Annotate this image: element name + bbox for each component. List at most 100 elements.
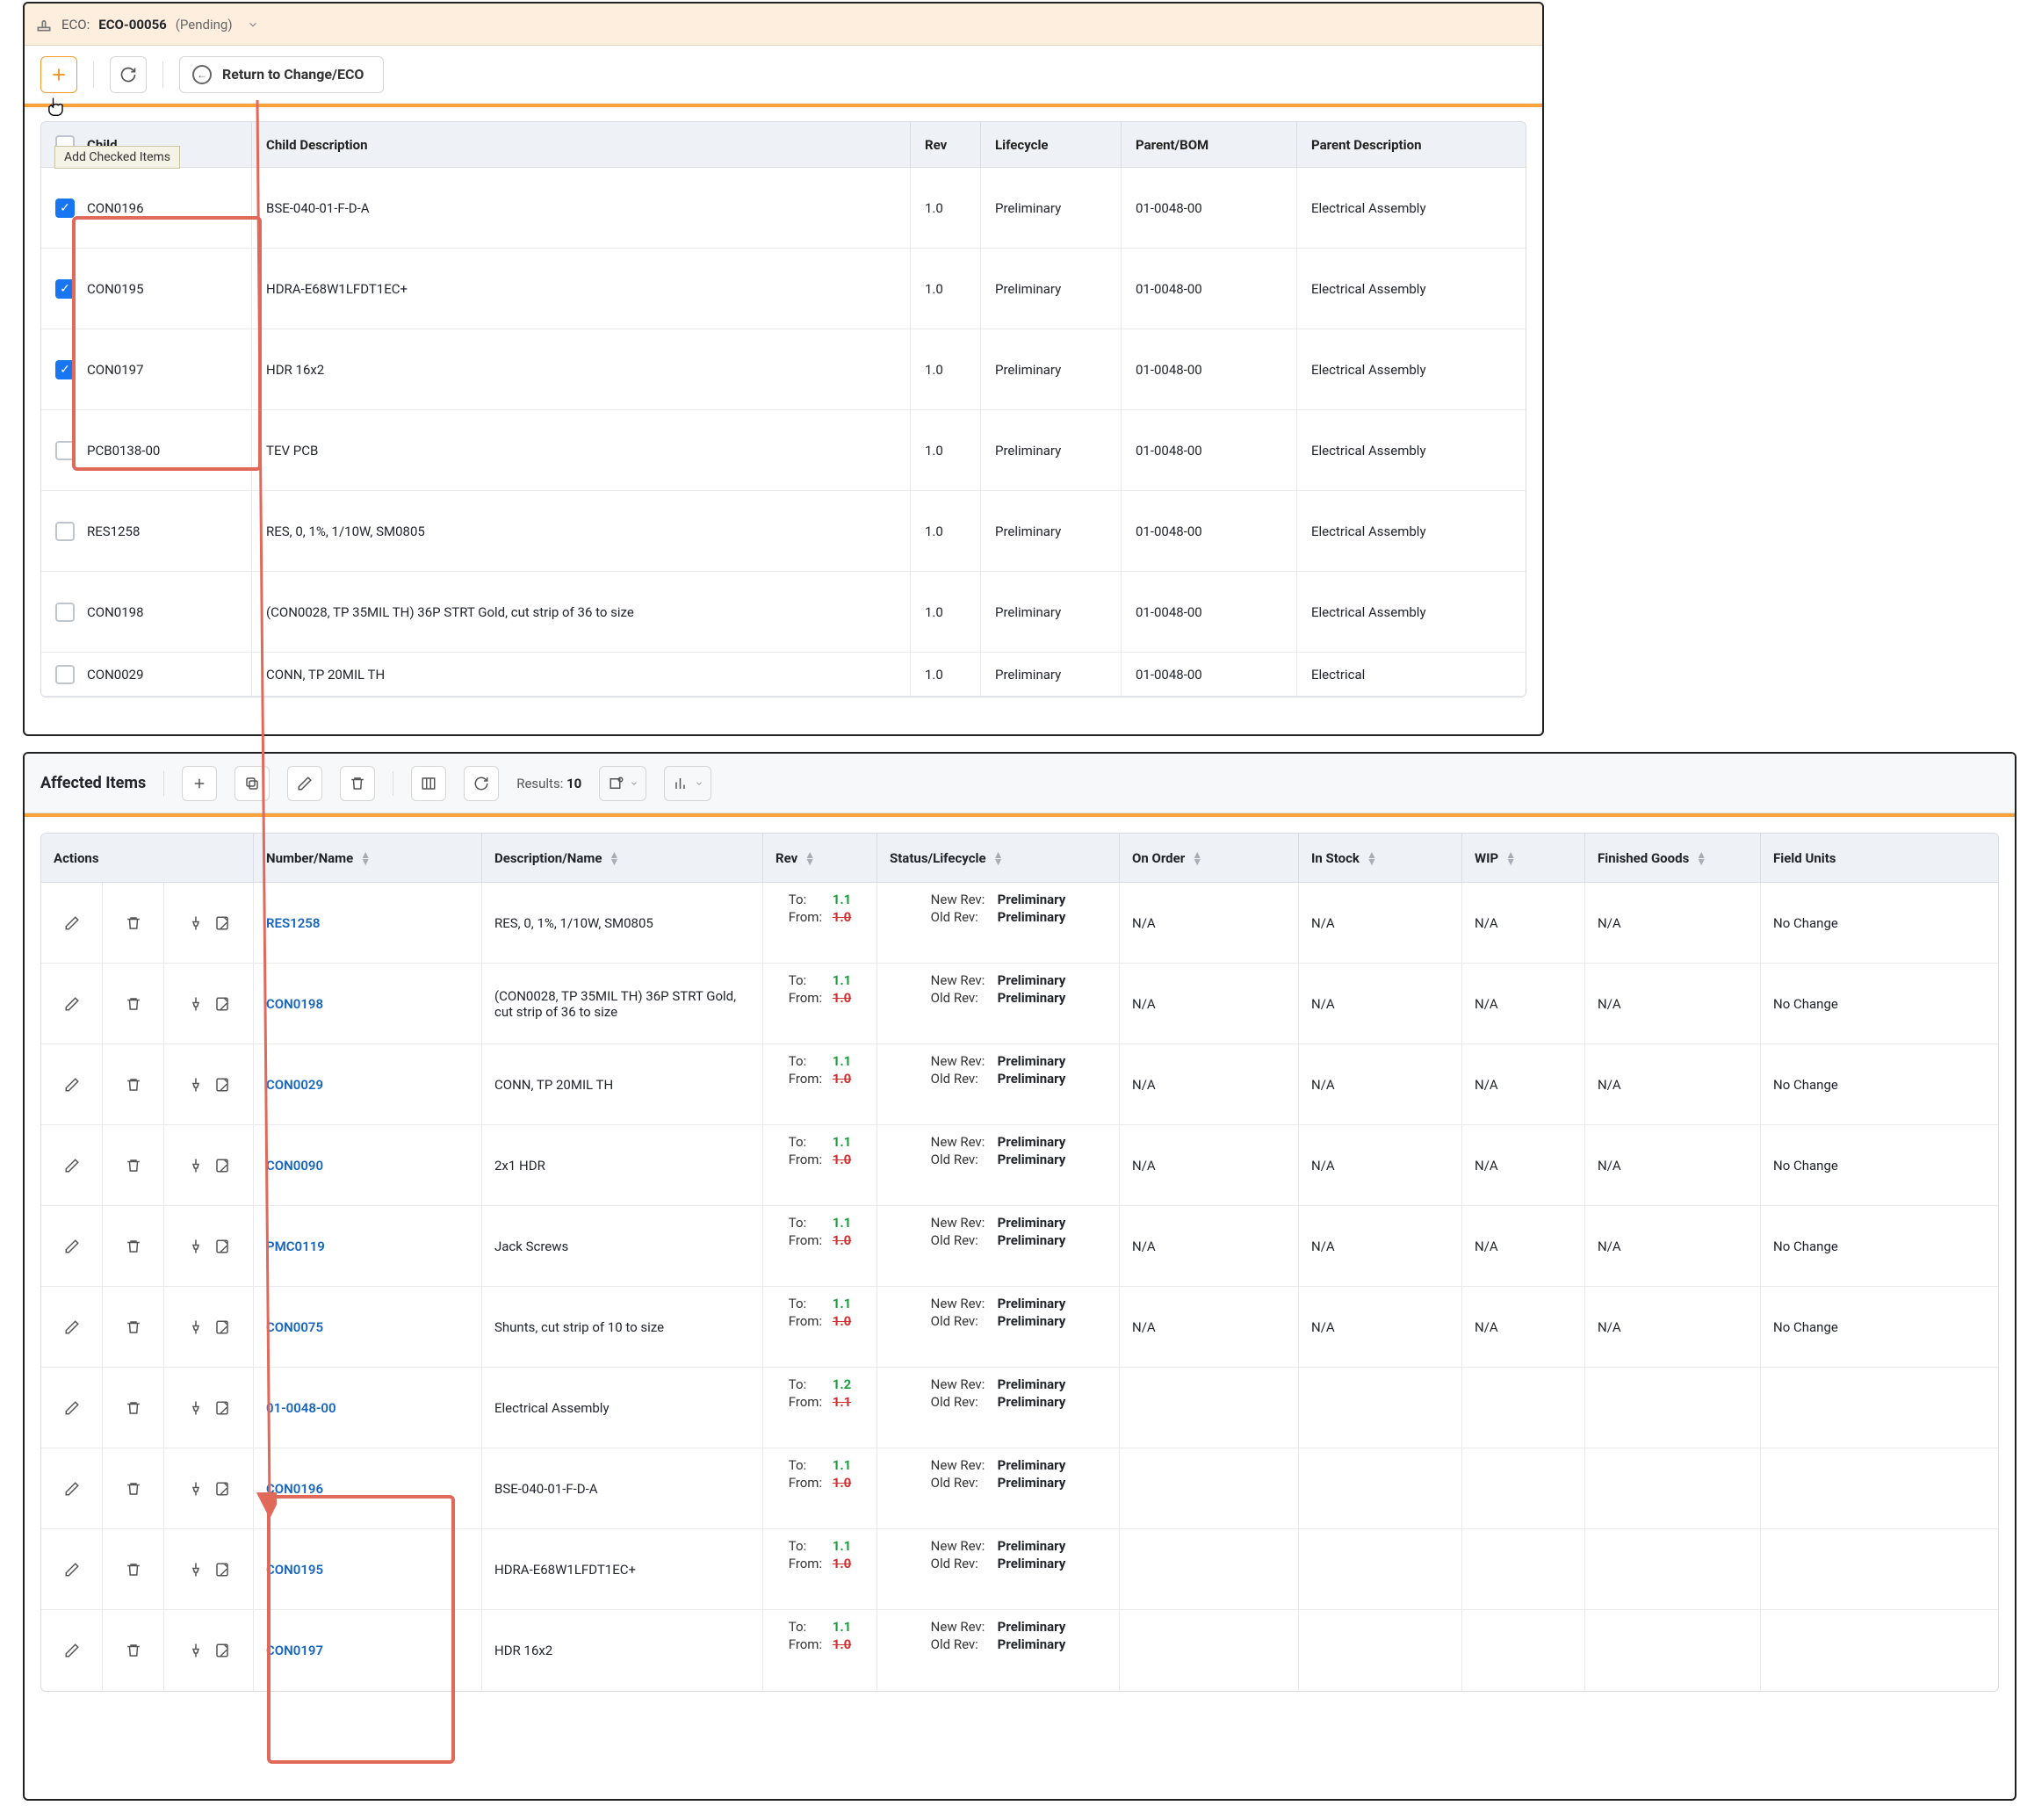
col-rev[interactable]: Rev▲▼ (763, 834, 877, 882)
delete-action[interactable] (103, 1125, 164, 1205)
table-row[interactable]: PCB0138-00 TEV PCB 1.0 Preliminary 01-00… (41, 410, 1526, 491)
item-link[interactable]: CON0195 (266, 1562, 323, 1578)
delete-action[interactable] (103, 1610, 164, 1691)
edit-action[interactable] (41, 1610, 103, 1691)
delete-action[interactable] (103, 1368, 164, 1448)
table-row[interactable]: ✓ CON0195 HDRA-E68W1LFDT1EC+ 1.0 Prelimi… (41, 249, 1526, 329)
row-checkbox[interactable] (55, 441, 75, 460)
table-row[interactable]: RES1258 RES, 0, 1%, 1/10W, SM0805 To:1.1… (41, 883, 1998, 964)
copy-button[interactable] (234, 766, 270, 801)
pin-action[interactable] (188, 915, 204, 931)
item-link[interactable]: CON0029 (266, 1077, 323, 1093)
col-field[interactable]: Field Units (1761, 834, 1910, 882)
table-row[interactable]: PMC0119 Jack Screws To:1.1 From:1.0 New … (41, 1206, 1998, 1287)
row-checkbox[interactable] (55, 603, 75, 622)
edit-action[interactable] (41, 883, 103, 963)
filter-dropdown[interactable] (599, 766, 646, 801)
row-checkbox[interactable] (55, 665, 75, 684)
edit-action[interactable] (41, 1529, 103, 1609)
field-value: No Change (1761, 964, 1910, 1044)
add-button[interactable] (182, 766, 217, 801)
note-action[interactable] (214, 1077, 230, 1093)
table-row[interactable]: ✓ CON0196 BSE-040-01-F-D-A 1.0 Prelimina… (41, 168, 1526, 249)
table-row[interactable]: CON0075 Shunts, cut strip of 10 to size … (41, 1287, 1998, 1368)
chart-dropdown[interactable] (664, 766, 711, 801)
delete-action[interactable] (103, 1529, 164, 1609)
item-link[interactable]: PMC0119 (266, 1239, 325, 1254)
columns-button[interactable] (411, 766, 446, 801)
add-checked-button[interactable] (40, 56, 77, 93)
row-checkbox[interactable]: ✓ (55, 199, 75, 218)
table-row[interactable]: CON0198 (CON0028, TP 35MIL TH) 36P STRT … (41, 964, 1998, 1044)
table-row[interactable]: CON0196 BSE-040-01-F-D-A To:1.1 From:1.0… (41, 1448, 1998, 1529)
return-button[interactable]: ← Return to Change/ECO (179, 56, 384, 93)
pin-action[interactable] (188, 1077, 204, 1093)
sort-icon: ▲▼ (1696, 851, 1706, 865)
delete-action[interactable] (103, 1287, 164, 1367)
pin-action[interactable] (188, 1643, 204, 1658)
col-wip[interactable]: WIP▲▼ (1462, 834, 1585, 882)
col-onorder[interactable]: On Order▲▼ (1120, 834, 1299, 882)
note-action[interactable] (214, 1400, 230, 1416)
refresh-button[interactable] (110, 56, 147, 93)
note-action[interactable] (214, 1239, 230, 1254)
lifecycle-value: Preliminary (981, 329, 1122, 409)
edit-action[interactable] (41, 1368, 103, 1448)
chevron-down-icon[interactable] (247, 18, 259, 31)
pin-action[interactable] (188, 1400, 204, 1416)
table-row[interactable]: CON0029 CONN, TP 20MIL TH To:1.1 From:1.… (41, 1044, 1998, 1125)
row-checkbox[interactable]: ✓ (55, 279, 75, 299)
col-instock[interactable]: In Stock▲▼ (1299, 834, 1462, 882)
col-number[interactable]: Number/Name▲▼ (254, 834, 482, 882)
delete-action[interactable] (103, 964, 164, 1044)
row-checkbox[interactable]: ✓ (55, 360, 75, 379)
delete-action[interactable] (103, 1044, 164, 1124)
pin-action[interactable] (188, 1481, 204, 1497)
row-checkbox[interactable] (55, 522, 75, 541)
table-row[interactable]: ✓ CON0197 HDR 16x2 1.0 Preliminary 01-00… (41, 329, 1526, 410)
edit-action[interactable] (41, 1448, 103, 1528)
toolbar-divider (162, 61, 163, 88)
col-desc[interactable]: Description/Name▲▼ (482, 834, 763, 882)
item-link[interactable]: CON0198 (266, 996, 323, 1012)
col-finished[interactable]: Finished Goods▲▼ (1585, 834, 1761, 882)
parent-desc: Electrical Assembly (1297, 572, 1526, 652)
delete-action[interactable] (103, 883, 164, 963)
col-status[interactable]: Status/Lifecycle▲▼ (877, 834, 1120, 882)
edit-action[interactable] (41, 1044, 103, 1124)
note-action[interactable] (214, 1643, 230, 1658)
note-action[interactable] (214, 996, 230, 1012)
item-link[interactable]: CON0196 (266, 1481, 323, 1497)
pin-action[interactable] (188, 1562, 204, 1578)
note-action[interactable] (214, 1158, 230, 1174)
item-link[interactable]: RES1258 (266, 915, 320, 931)
delete-button[interactable] (340, 766, 375, 801)
item-link[interactable]: CON0075 (266, 1319, 323, 1335)
note-action[interactable] (214, 1562, 230, 1578)
refresh-button[interactable] (464, 766, 499, 801)
edit-action[interactable] (41, 1125, 103, 1205)
item-link[interactable]: CON0197 (266, 1643, 323, 1658)
table-row[interactable]: RES1258 RES, 0, 1%, 1/10W, SM0805 1.0 Pr… (41, 491, 1526, 572)
edit-action[interactable] (41, 1287, 103, 1367)
table-row[interactable]: CON0029 CONN, TP 20MIL TH 1.0 Preliminar… (41, 653, 1526, 697)
delete-action[interactable] (103, 1448, 164, 1528)
table-row[interactable]: CON0195 HDRA-E68W1LFDT1EC+ To:1.1 From:1… (41, 1529, 1998, 1610)
pin-action[interactable] (188, 1158, 204, 1174)
edit-action[interactable] (41, 1206, 103, 1286)
pin-action[interactable] (188, 1239, 204, 1254)
item-link[interactable]: CON0090 (266, 1158, 323, 1174)
table-row[interactable]: CON0197 HDR 16x2 To:1.1 From:1.0 New Rev… (41, 1610, 1998, 1691)
table-row[interactable]: CON0198 (CON0028, TP 35MIL TH) 36P STRT … (41, 572, 1526, 653)
note-action[interactable] (214, 915, 230, 931)
table-row[interactable]: 01-0048-00 Electrical Assembly To:1.2 Fr… (41, 1368, 1998, 1448)
pin-action[interactable] (188, 1319, 204, 1335)
pin-action[interactable] (188, 996, 204, 1012)
table-row[interactable]: CON0090 2x1 HDR To:1.1 From:1.0 New Rev:… (41, 1125, 1998, 1206)
edit-button[interactable] (287, 766, 322, 801)
item-link[interactable]: 01-0048-00 (266, 1400, 336, 1416)
note-action[interactable] (214, 1319, 230, 1335)
edit-action[interactable] (41, 964, 103, 1044)
note-action[interactable] (214, 1481, 230, 1497)
delete-action[interactable] (103, 1206, 164, 1286)
